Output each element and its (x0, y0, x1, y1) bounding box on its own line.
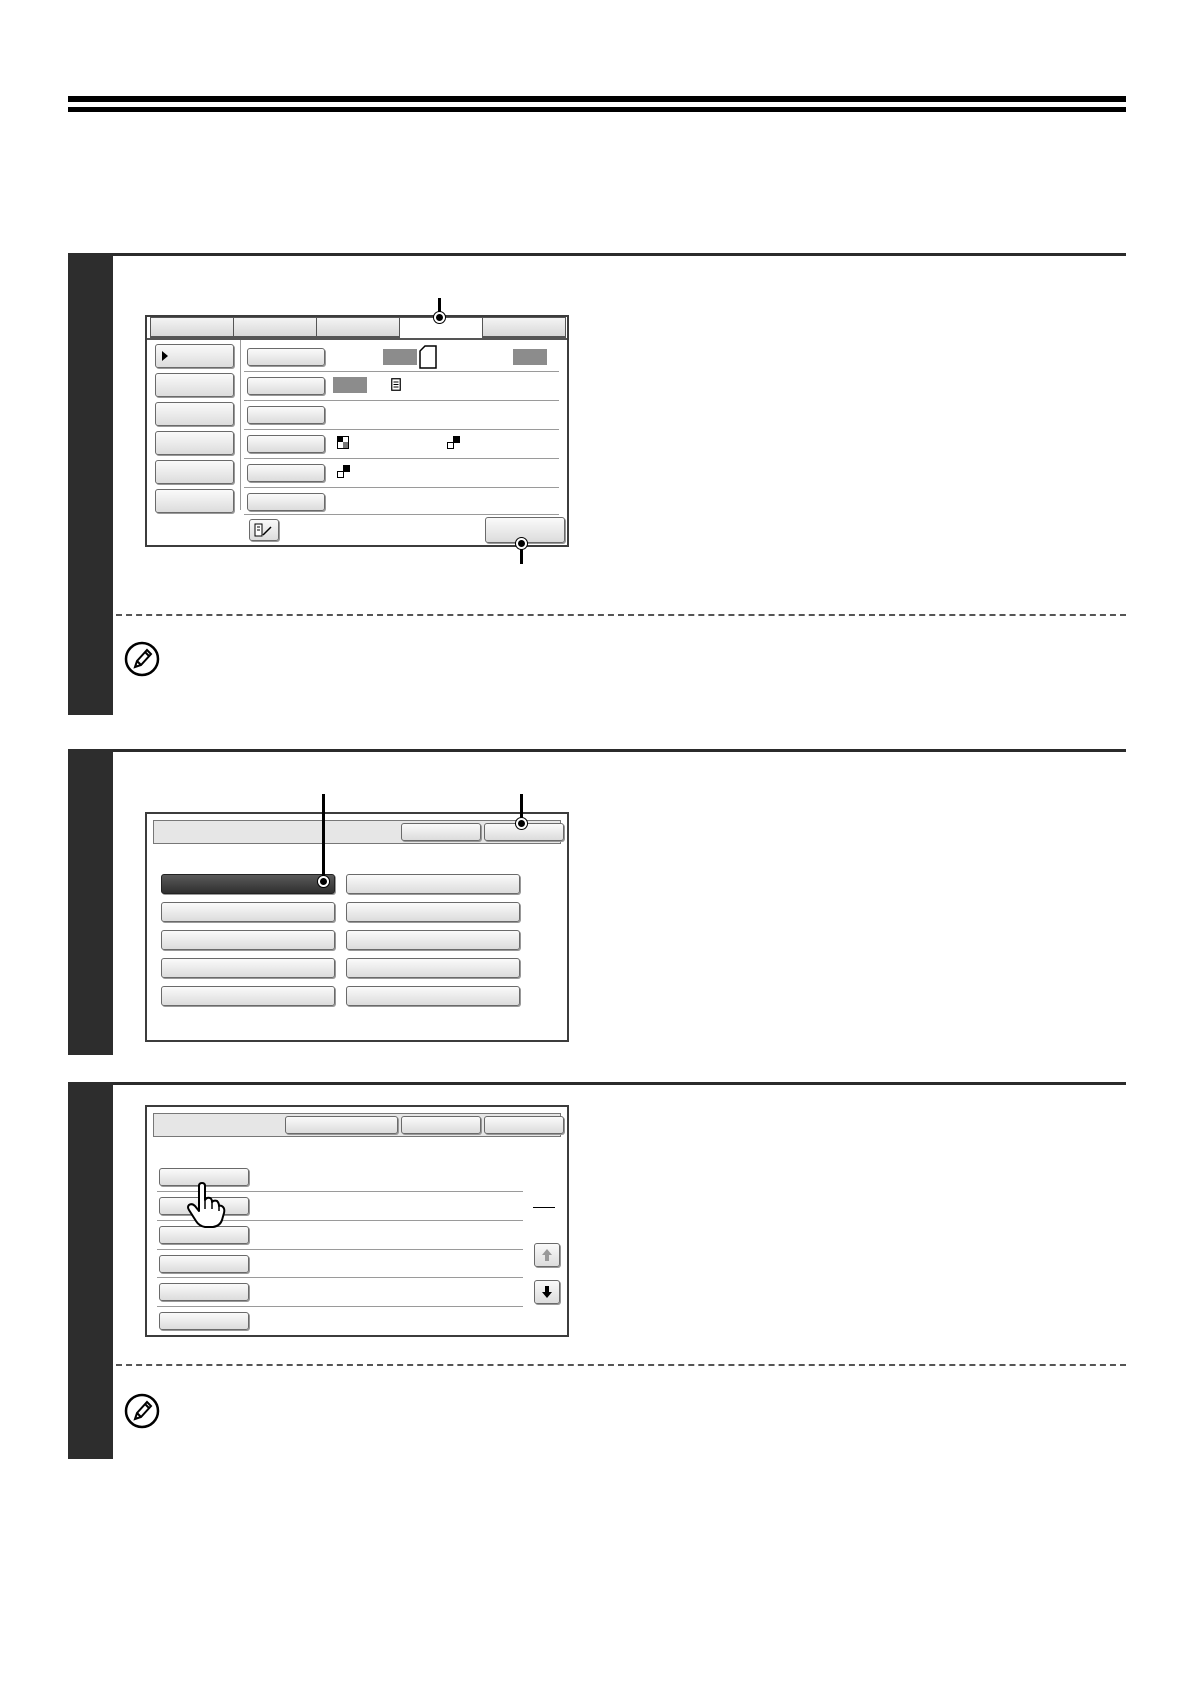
row-divider-1 (244, 371, 559, 372)
color-mode-icon (337, 436, 349, 449)
document-icon (391, 378, 401, 391)
tab-1[interactable] (150, 317, 234, 338)
header-rule-thin (68, 107, 1126, 112)
page-indicator-line (533, 1207, 555, 1208)
address-book-button[interactable] (249, 519, 279, 541)
value-block-1a (383, 349, 417, 365)
step-2-screen (145, 812, 569, 1042)
setting-button-4[interactable] (247, 435, 325, 453)
list-item-button-4[interactable] (159, 1255, 249, 1273)
step-3-header-button-2[interactable] (401, 1116, 481, 1134)
tab-baseline (147, 338, 567, 340)
list-item-button-5[interactable] (159, 1283, 249, 1301)
step-2-number-bar (68, 749, 113, 1055)
tab-3[interactable] (316, 317, 400, 338)
callout-dot-tab (434, 312, 445, 323)
setting-button-2[interactable] (247, 377, 325, 395)
callout-line-selected (322, 794, 325, 882)
pointing-hand-icon (187, 1182, 226, 1228)
list-divider-5 (157, 1306, 523, 1307)
setting-button-6[interactable] (247, 493, 325, 511)
setting-button-5[interactable] (247, 464, 325, 482)
address-type-button-selected[interactable] (161, 874, 335, 894)
callout-dot-selected (318, 876, 329, 887)
resolution-icon (337, 465, 350, 478)
row-divider-2 (244, 400, 559, 401)
original-orientation-icon (419, 345, 437, 369)
value-block-2 (333, 377, 367, 393)
menu-button-6[interactable] (155, 489, 234, 513)
address-type-button-2[interactable] (346, 874, 520, 894)
step-3-note-separator (116, 1364, 1126, 1366)
menu-button-2[interactable] (155, 373, 234, 397)
arrow-up-icon (542, 1249, 552, 1261)
pencil-note-icon (124, 641, 160, 677)
menu-button-5[interactable] (155, 460, 234, 484)
address-type-button-6[interactable] (346, 930, 520, 950)
address-book-icon (254, 523, 272, 537)
value-block-1b (513, 349, 547, 365)
address-type-button-10[interactable] (346, 986, 520, 1006)
menu-button-4[interactable] (155, 431, 234, 455)
step-1-number-bar (68, 253, 113, 715)
row-divider-6 (244, 514, 559, 515)
panel-divider (240, 340, 241, 510)
address-type-button-8[interactable] (346, 958, 520, 978)
address-type-button-5[interactable] (161, 930, 335, 950)
tab-2[interactable] (233, 317, 317, 338)
step-3-header-button-3[interactable] (484, 1116, 564, 1134)
address-type-button-3[interactable] (161, 902, 335, 922)
scroll-up-button[interactable] (534, 1243, 560, 1267)
list-item-button-6[interactable] (159, 1312, 249, 1330)
list-divider-4 (157, 1277, 523, 1278)
step-2-header-button-1[interactable] (401, 823, 481, 841)
arrow-right-icon (162, 351, 168, 361)
step-3-number-bar (68, 1082, 113, 1459)
scroll-down-button[interactable] (534, 1280, 560, 1304)
row-divider-4 (244, 458, 559, 459)
row-divider-5 (244, 487, 559, 488)
step-3-screen (145, 1105, 569, 1337)
menu-button-3[interactable] (155, 402, 234, 426)
menu-button-1[interactable] (155, 344, 234, 368)
pencil-note-icon-2 (124, 1393, 160, 1429)
setting-button-1[interactable] (247, 348, 325, 366)
address-type-button-9[interactable] (161, 986, 335, 1006)
scan-density-icon (447, 436, 460, 449)
step-3-header-button-1[interactable] (285, 1116, 398, 1134)
header-rule-thick (68, 96, 1126, 102)
step-1-screen (145, 315, 569, 547)
list-divider-3 (157, 1249, 523, 1250)
callout-dot-header (516, 818, 527, 829)
step-1-note-separator (116, 614, 1126, 616)
address-type-button-7[interactable] (161, 958, 335, 978)
address-type-button-4[interactable] (346, 902, 520, 922)
row-divider-3 (244, 429, 559, 430)
tab-5[interactable] (482, 317, 566, 338)
arrow-down-icon (542, 1286, 552, 1298)
setting-button-3[interactable] (247, 406, 325, 424)
callout-dot-confirm (516, 538, 527, 549)
